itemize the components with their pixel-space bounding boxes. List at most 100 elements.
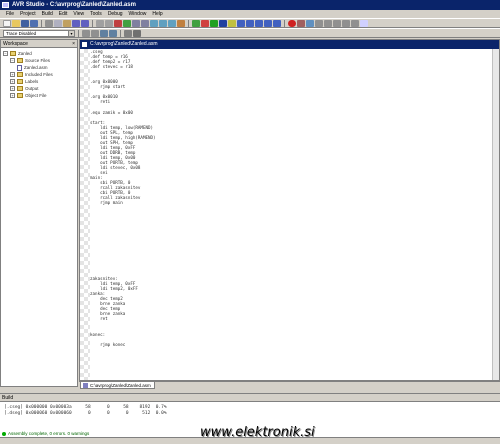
chevron-down-icon[interactable]: ▾ bbox=[68, 30, 74, 36]
tree-item[interactable]: + Object File bbox=[1, 92, 77, 99]
output-body: [.cseg] 0x000000 0x00003a 58 0 58 8192 0… bbox=[0, 402, 500, 417]
step-out-icon[interactable] bbox=[255, 19, 263, 27]
expand-toggle-icon[interactable]: − bbox=[3, 51, 8, 56]
tree-item-label: Output bbox=[25, 86, 39, 91]
assemble-icon[interactable] bbox=[114, 19, 122, 27]
main-toolbar bbox=[0, 18, 500, 28]
menu-edit[interactable]: Edit bbox=[59, 10, 68, 18]
watch-icon[interactable] bbox=[306, 19, 314, 27]
asm-file-icon bbox=[83, 383, 88, 388]
window-title: AVR Studio - C:\avrprog\Zanled\Zanled.as… bbox=[12, 2, 136, 8]
close-icon[interactable]: × bbox=[72, 40, 75, 48]
workspace-header: Workspace × bbox=[1, 40, 77, 48]
memory-icon[interactable] bbox=[315, 19, 323, 27]
undo-icon[interactable] bbox=[72, 19, 80, 27]
tree-item[interactable]: + Output bbox=[1, 85, 77, 92]
trace-icon[interactable] bbox=[82, 29, 90, 37]
tree-item[interactable]: − Zanled bbox=[1, 50, 77, 57]
output-header: Build bbox=[0, 394, 500, 402]
window-title-bar: AVR Studio - C:\avrprog\Zanled\Zanled.as… bbox=[0, 0, 500, 10]
code-editor[interactable]: .cseg .def temp = r16 .def temp2 = r17 .… bbox=[90, 49, 494, 380]
folder-icon bbox=[17, 79, 23, 84]
trace-back-icon[interactable] bbox=[109, 29, 117, 37]
tree-item-label: Object File bbox=[25, 93, 47, 98]
tree-item-label: Labels bbox=[25, 79, 39, 84]
source-code[interactable]: .cseg .def temp = r16 .def temp2 = r17 .… bbox=[90, 49, 494, 347]
secondary-toolbar: Trace Disabled ▾ bbox=[0, 28, 500, 38]
open-file-icon[interactable] bbox=[12, 19, 20, 27]
menu-build[interactable]: Build bbox=[42, 10, 53, 18]
break-icon[interactable] bbox=[219, 19, 227, 27]
menu-project[interactable]: Project bbox=[20, 10, 36, 18]
copy-icon[interactable] bbox=[54, 19, 62, 27]
debug-start-icon[interactable] bbox=[192, 19, 200, 27]
editor-window: C:\avrprog\Zanled\Zanled.asm .cseg .def … bbox=[79, 39, 500, 381]
menu-tools[interactable]: Tools bbox=[90, 10, 102, 18]
menu-debug[interactable]: Debug bbox=[108, 10, 123, 18]
indent-icon[interactable] bbox=[132, 19, 140, 27]
print-icon[interactable] bbox=[133, 29, 141, 37]
io-view-icon[interactable] bbox=[342, 19, 350, 27]
tree-item[interactable]: Zanled.asm bbox=[1, 64, 77, 71]
breakpoint-icon[interactable] bbox=[288, 19, 296, 27]
folder-icon bbox=[17, 72, 23, 77]
snapshot-icon[interactable] bbox=[124, 29, 132, 37]
tree-item[interactable]: + Labels bbox=[1, 78, 77, 85]
debug-stop-icon[interactable] bbox=[201, 19, 209, 27]
menu-window[interactable]: Window bbox=[129, 10, 147, 18]
tree-item[interactable]: + Included Files bbox=[1, 71, 77, 78]
cut-icon[interactable] bbox=[45, 19, 53, 27]
expand-toggle-icon[interactable]: + bbox=[10, 93, 15, 98]
expand-toggle-icon[interactable]: + bbox=[10, 72, 15, 77]
editor-scrollbar[interactable] bbox=[492, 49, 499, 380]
tree-item[interactable]: − Source Files bbox=[1, 57, 77, 64]
menu-view[interactable]: View bbox=[73, 10, 84, 18]
folder-icon bbox=[17, 86, 23, 91]
expand-toggle-icon[interactable]: + bbox=[10, 79, 15, 84]
tree-item-label: Included Files bbox=[25, 72, 53, 77]
auto-step-icon[interactable] bbox=[273, 19, 281, 27]
bookmark-next-icon[interactable] bbox=[159, 19, 167, 27]
bookmark-icon[interactable] bbox=[150, 19, 158, 27]
tree-item-label: Source Files bbox=[25, 58, 51, 63]
trace-step-icon[interactable] bbox=[100, 29, 108, 37]
save-all-icon[interactable] bbox=[30, 19, 38, 27]
processor-icon[interactable] bbox=[333, 19, 341, 27]
run-icon[interactable] bbox=[210, 19, 218, 27]
run-to-cursor-icon[interactable] bbox=[264, 19, 272, 27]
outdent-icon[interactable] bbox=[141, 19, 149, 27]
document-icon bbox=[82, 42, 87, 47]
clear-breakpoints-icon[interactable] bbox=[297, 19, 305, 27]
menu-bar: File Project Build Edit View Tools Debug Window… bbox=[0, 10, 500, 18]
build-status: Assembly complete, 0 errors. 0 warnings bbox=[2, 431, 89, 436]
menu-file[interactable]: File bbox=[6, 10, 14, 18]
expand-toggle-icon[interactable]: − bbox=[10, 58, 15, 63]
tree-item-label: Zanled.asm bbox=[24, 65, 48, 70]
paste-icon[interactable] bbox=[63, 19, 71, 27]
bookmark-clear-icon[interactable] bbox=[177, 19, 185, 27]
disassembler-icon[interactable] bbox=[351, 19, 359, 27]
find-icon[interactable] bbox=[96, 19, 104, 27]
reset-icon[interactable] bbox=[228, 19, 236, 27]
step-over-icon[interactable] bbox=[246, 19, 254, 27]
folder-icon bbox=[10, 51, 16, 56]
folder-icon bbox=[17, 58, 23, 63]
save-icon[interactable] bbox=[21, 19, 29, 27]
app-icon bbox=[2, 2, 9, 8]
menu-help[interactable]: Help bbox=[152, 10, 162, 18]
status-bar bbox=[0, 437, 500, 444]
registers-icon[interactable] bbox=[324, 19, 332, 27]
redo-icon[interactable] bbox=[81, 19, 89, 27]
trace-clear-icon[interactable] bbox=[91, 29, 99, 37]
bookmark-prev-icon[interactable] bbox=[168, 19, 176, 27]
project-tree: − Zanled − Source Files Zanled.asm + Included … bbox=[1, 48, 77, 99]
step-into-icon[interactable] bbox=[237, 19, 245, 27]
find-next-icon[interactable] bbox=[105, 19, 113, 27]
help-icon[interactable] bbox=[360, 19, 368, 27]
tab-zanled-asm[interactable]: C:\avrprog\Zanled\Zanled.asm bbox=[80, 382, 155, 389]
expand-toggle-icon[interactable]: + bbox=[10, 86, 15, 91]
trace-mode-combo[interactable]: Trace Disabled ▾ bbox=[3, 29, 75, 37]
new-file-icon[interactable] bbox=[3, 19, 11, 27]
build-run-icon[interactable] bbox=[123, 19, 131, 27]
editor-tabs: C:\avrprog\Zanled\Zanled.asm bbox=[79, 381, 500, 389]
